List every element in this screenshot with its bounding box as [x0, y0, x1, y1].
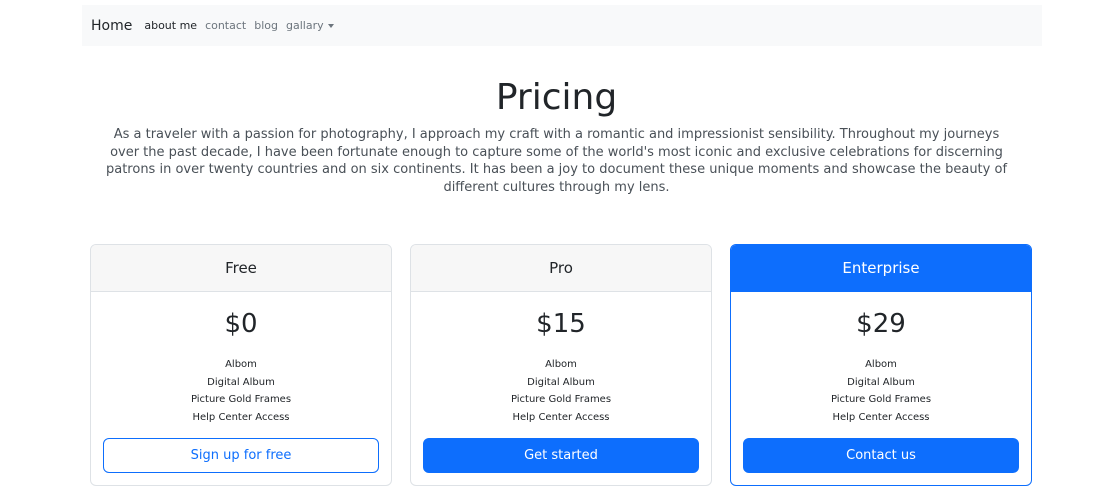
- feature-item: Digital Album: [527, 376, 595, 388]
- nav-link-about-me[interactable]: about me: [144, 19, 197, 32]
- feature-item: Digital Album: [847, 376, 915, 388]
- feature-item: Albom: [225, 359, 257, 370]
- feature-item: Help Center Access: [192, 411, 290, 423]
- card-header: Free: [91, 245, 391, 292]
- nav-link-blog[interactable]: blog: [254, 19, 278, 32]
- contact-us-button[interactable]: Contact us: [743, 438, 1019, 473]
- pricing-card-free: Free $0 Albom Digital Album Picture Gold…: [90, 244, 392, 486]
- page-lead-text: As a traveler with a passion for photogr…: [105, 127, 1008, 195]
- page-title: Pricing: [495, 77, 618, 118]
- feature-item: Help Center Access: [512, 411, 610, 423]
- feature-item: Albom: [865, 359, 897, 370]
- feature-item: Picture Gold Frames: [830, 394, 932, 405]
- card-header: Enterprise: [731, 245, 1031, 292]
- feature-list: Albom Digital Album Picture Gold Frames …: [411, 356, 711, 426]
- sign-up-free-button[interactable]: Sign up for free: [103, 438, 379, 473]
- nav-dropdown-gallary[interactable]: gallary: [286, 19, 334, 32]
- caret-down-icon: [327, 24, 334, 28]
- card-price: $0: [224, 309, 258, 339]
- card-price: $15: [536, 309, 586, 339]
- feature-item: Picture Gold Frames: [190, 394, 292, 405]
- nav-brand-home[interactable]: Home: [91, 18, 132, 34]
- nav-dropdown-label: gallary: [286, 19, 324, 32]
- nav-link-contact[interactable]: contact: [205, 19, 246, 32]
- navbar: Home about me contact blog gallary: [82, 5, 1042, 46]
- feature-item: Picture Gold Frames: [510, 394, 612, 405]
- feature-item: Albom: [545, 359, 577, 370]
- feature-list: Albom Digital Album Picture Gold Frames …: [731, 356, 1031, 426]
- pricing-card-enterprise: Enterprise $29 Albom Digital Album Pictu…: [730, 244, 1032, 486]
- feature-item: Digital Album: [207, 376, 275, 388]
- card-header: Pro: [411, 245, 711, 292]
- card-price: $29: [856, 309, 906, 339]
- pricing-card-pro: Pro $15 Albom Digital Album Picture Gold…: [410, 244, 712, 486]
- feature-list: Albom Digital Album Picture Gold Frames …: [91, 356, 391, 426]
- get-started-button[interactable]: Get started: [423, 438, 699, 473]
- feature-item: Help Center Access: [832, 411, 930, 423]
